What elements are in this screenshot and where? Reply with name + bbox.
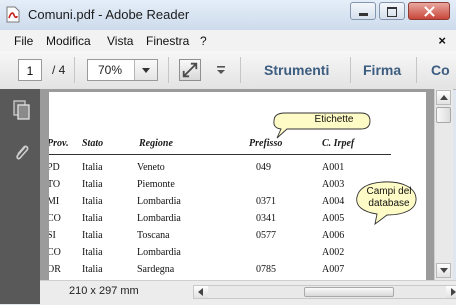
column-header-prefisso: Prefisso [249, 138, 283, 149]
cell-cirpef: A007 [322, 264, 345, 275]
cell-prov: PD [49, 162, 60, 173]
pages-thumbnail-icon[interactable] [13, 100, 31, 120]
fit-page-button[interactable] [179, 59, 201, 81]
cell-regione: Sardegna [137, 264, 175, 275]
page-size-label: 210 x 297 mm [69, 285, 139, 297]
maximize-icon [387, 7, 397, 17]
vertical-scroll-thumb[interactable] [436, 107, 451, 123]
navigation-panel [0, 89, 40, 304]
toolbar: 1 / 4 70% Strumenti Firma Co [0, 51, 456, 90]
cell-regione: Lombardia [137, 247, 181, 258]
attachments-paperclip-icon[interactable] [13, 143, 31, 163]
cell-stato: Italia [82, 264, 103, 275]
firma-button[interactable]: Firma [363, 62, 401, 78]
cell-cirpef: A004 [322, 196, 345, 207]
menu-bar: File Modifica Vista Finestra ? × [0, 30, 456, 52]
zoom-select[interactable]: 70% [87, 59, 158, 81]
close-window-button[interactable] [408, 2, 450, 20]
cell-prov: MI [49, 196, 60, 207]
horizontal-scrollbar[interactable] [193, 285, 456, 299]
pdf-app-icon [6, 6, 20, 23]
page-total: / 4 [52, 63, 66, 77]
window-title: Comuni.pdf - Adobe Reader [28, 7, 190, 22]
cell-prefisso: 0371 [256, 196, 276, 207]
toolbar-divider [350, 57, 351, 83]
cell-regione: Piemonte [137, 179, 175, 190]
minimize-icon [359, 13, 368, 16]
maximize-button[interactable] [379, 2, 405, 20]
strumenti-button[interactable]: Strumenti [264, 62, 329, 78]
cell-prov: SI [49, 230, 56, 241]
header-rule [49, 154, 391, 155]
title-bar: Comuni.pdf - Adobe Reader [0, 0, 456, 31]
toolbar-options-icon[interactable] [214, 63, 228, 77]
cell-regione: Veneto [137, 162, 165, 173]
menu-file[interactable]: File [14, 34, 33, 48]
minimize-button[interactable] [350, 2, 376, 20]
close-icon [424, 6, 435, 17]
cell-stato: Italia [82, 230, 103, 241]
cell-prov: TO [49, 179, 61, 190]
cell-cirpef: A002 [322, 247, 345, 258]
status-bar: 210 x 297 mm [40, 280, 456, 305]
labels-callout-text: Etichette [314, 114, 354, 125]
column-header-regione: Regione [139, 138, 173, 149]
menu-modifica[interactable]: Modifica [46, 34, 91, 48]
scroll-up-button[interactable] [436, 90, 451, 105]
commenta-button[interactable]: Co [431, 62, 450, 78]
cell-cirpef: A006 [322, 230, 345, 241]
pdf-page: Etichette Prov. Stato Regione Prefisso C… [49, 92, 426, 280]
dropdown-arrow-icon[interactable] [134, 60, 157, 80]
toolbar-divider [168, 57, 169, 83]
page-number-input[interactable]: 1 [18, 59, 42, 81]
menu-vista[interactable]: Vista [107, 34, 133, 48]
cell-stato: Italia [82, 179, 103, 190]
toolbar-divider [416, 57, 417, 83]
scroll-up-icon [440, 95, 448, 100]
cell-cirpef: A001 [322, 162, 345, 173]
cell-prefisso: 0577 [256, 230, 276, 241]
fit-page-icon [182, 62, 198, 78]
column-header-cirpef: C. Irpef [322, 138, 355, 149]
menu-finestra[interactable]: Finestra [146, 34, 189, 48]
cell-prefisso: 0341 [256, 213, 276, 224]
close-document-button[interactable]: × [438, 33, 446, 48]
scroll-down-icon [440, 268, 448, 273]
fields-callout-line2: database [368, 198, 410, 209]
cell-stato: Italia [82, 247, 103, 258]
cell-regione: Toscana [137, 230, 170, 241]
cell-cirpef: A005 [322, 213, 345, 224]
fields-callout-line1: Campi del [366, 186, 412, 197]
scroll-down-button[interactable] [436, 263, 451, 278]
scroll-left-button[interactable] [194, 286, 208, 298]
column-header-prov: Prov. [49, 138, 69, 149]
scroll-left-icon [198, 288, 203, 296]
column-header-stato: Stato [82, 138, 104, 149]
cell-prefisso: 0785 [256, 264, 276, 275]
zoom-value: 70% [98, 63, 123, 77]
horizontal-scroll-thumb[interactable] [304, 287, 394, 297]
cell-regione: Lombardia [137, 196, 181, 207]
toolbar-divider [240, 57, 241, 83]
cell-prov: OR [49, 264, 61, 275]
cell-stato: Italia [82, 213, 103, 224]
cell-regione: Lombardia [137, 213, 181, 224]
scroll-right-button[interactable] [446, 286, 456, 298]
toolbar-divider [74, 57, 75, 83]
document-viewer[interactable]: Etichette Prov. Stato Regione Prefisso C… [40, 89, 434, 280]
cell-stato: Italia [82, 196, 103, 207]
menu-help[interactable]: ? [200, 34, 207, 48]
vertical-scrollbar[interactable] [434, 89, 453, 280]
cell-stato: Italia [82, 162, 103, 173]
scroll-right-icon [451, 288, 456, 296]
cell-prefisso: 049 [256, 162, 271, 173]
cell-prov: CO [49, 213, 61, 224]
cell-cirpef: A003 [322, 179, 345, 190]
cell-prov: CO [49, 247, 61, 258]
